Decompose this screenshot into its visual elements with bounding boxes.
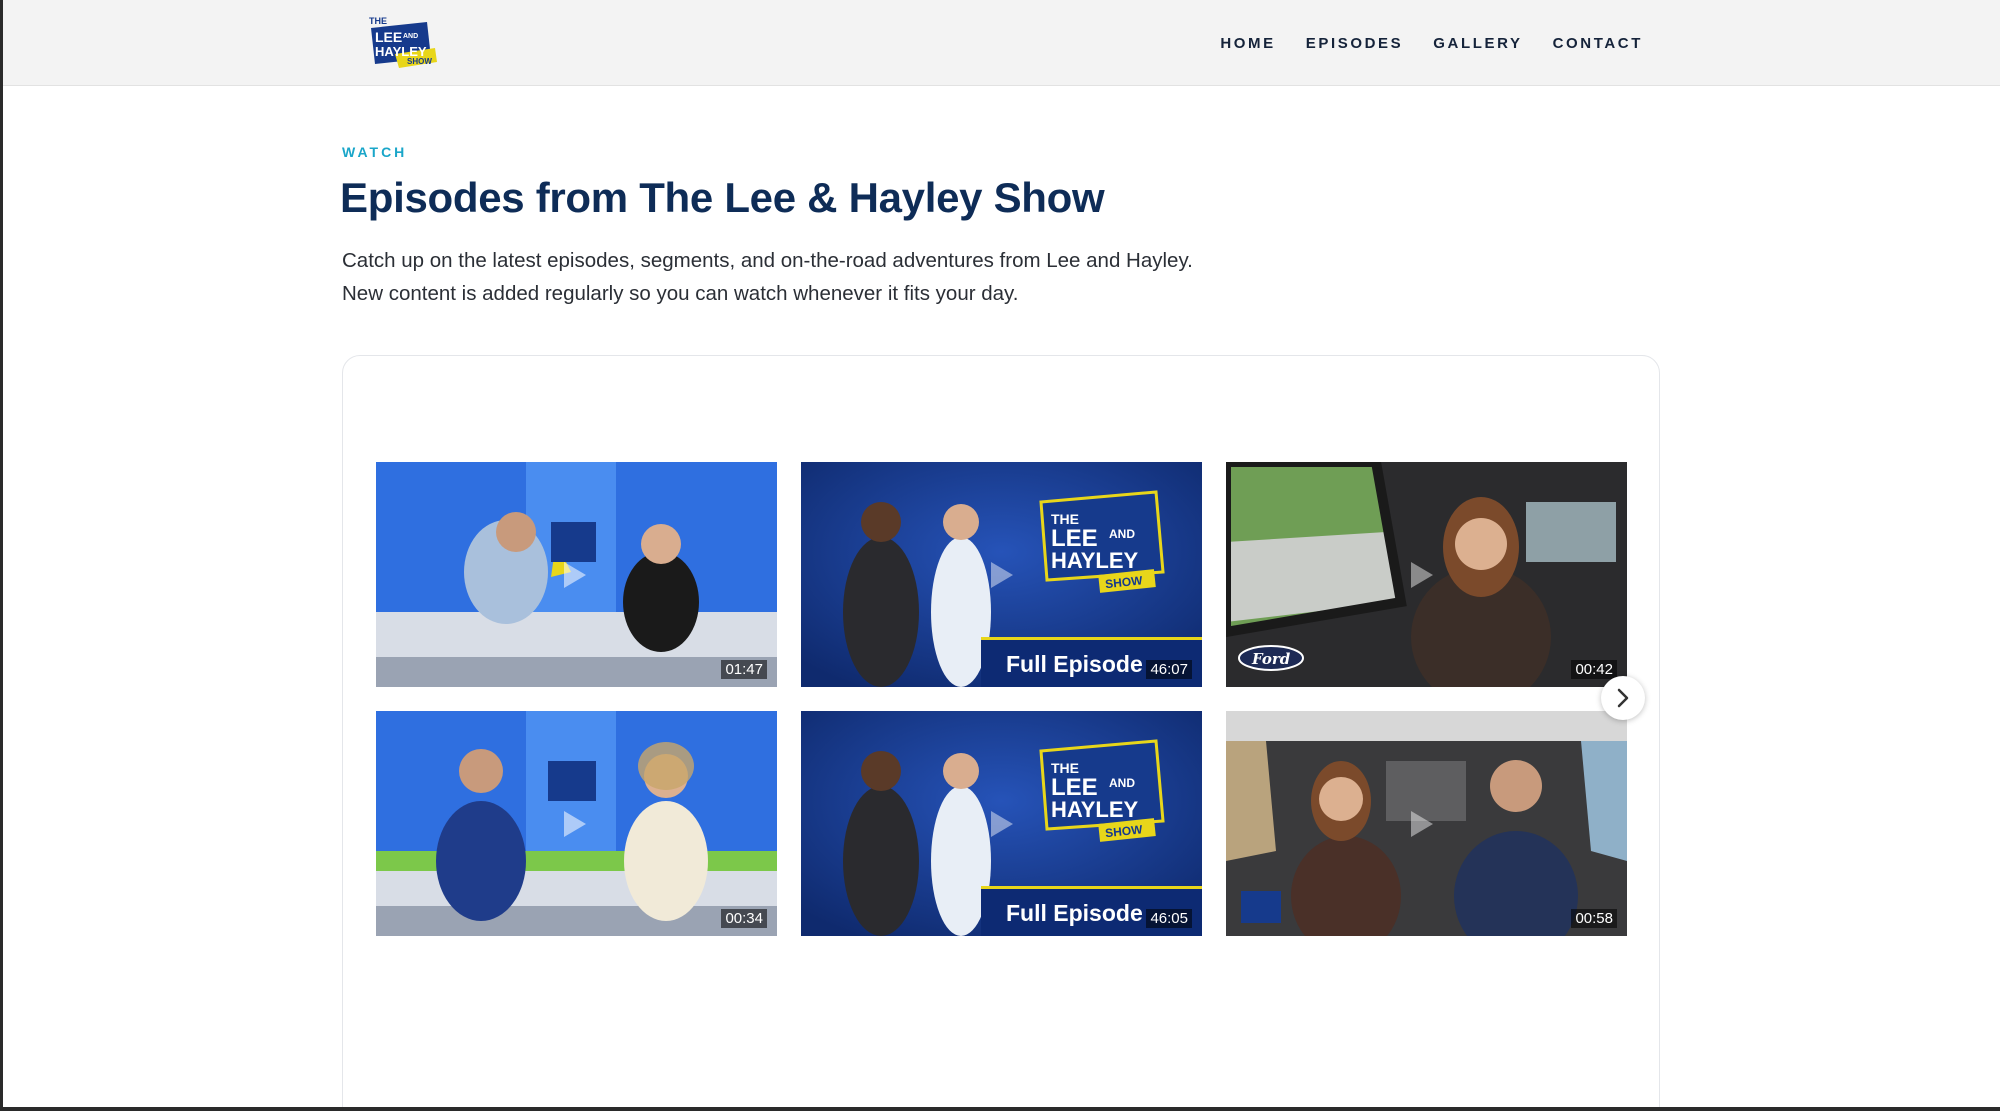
video-tile[interactable]: 00:58 [1226,711,1627,936]
nav-gallery[interactable]: GALLERY [1433,35,1522,52]
window-edge-left [0,0,3,1111]
ford-brand-logo: Ford [1251,650,1291,668]
nav-episodes[interactable]: EPISODES [1306,35,1404,52]
video-duration: 46:05 [1146,909,1192,928]
video-tile[interactable]: 00:34 [376,711,777,936]
promo-logo-and: AND [1109,527,1135,541]
video-tile[interactable]: THE LEE AND HAYLEY SHOW Full Episode 46:… [801,462,1202,687]
full-episode-banner: Full Episode [1006,651,1143,677]
intro-line-1: Catch up on the latest episodes, segment… [342,249,1193,272]
video-thumbnail-studio [376,711,777,936]
svg-text:LEE: LEE [375,29,402,45]
nav-contact[interactable]: CONTACT [1553,35,1643,52]
video-tile[interactable]: 01:47 [376,462,777,687]
video-thumbnail-car-duo [1226,711,1627,936]
video-thumbnail-car: Ford [1226,462,1627,687]
video-thumbnail-full-episode: THE LEE AND HAYLEY SHOW Full Episode [801,711,1202,936]
promo-logo-and: AND [1109,776,1135,790]
video-duration: 01:47 [721,660,767,679]
window-edge-bottom [0,1107,2000,1111]
video-tile[interactable]: Ford 00:42 [1226,462,1627,687]
section-eyebrow: WATCH [342,144,408,160]
video-tile[interactable]: THE LEE AND HAYLEY SHOW Full Episode 46:… [801,711,1202,936]
svg-text:THE: THE [369,16,387,26]
main-nav: HOME EPISODES GALLERY CONTACT [1220,0,1643,86]
intro-line-2: New content is added regularly so you ca… [342,282,1019,305]
site-logo[interactable]: THE LEE AND HAYLEY SHOW [365,14,437,70]
page-title: Episodes from The Lee & Hayley Show [340,174,1105,221]
video-duration: 00:42 [1571,660,1617,679]
chevron-right-icon [1617,688,1629,708]
video-duration: 00:34 [721,909,767,928]
carousel-next-button[interactable] [1601,676,1645,720]
promo-logo-hayley: HAYLEY [1051,797,1139,822]
promo-logo-hayley: HAYLEY [1051,548,1139,573]
video-thumbnail-studio [376,462,777,687]
svg-text:AND: AND [403,33,418,40]
full-episode-banner: Full Episode [1006,900,1143,926]
svg-text:SHOW: SHOW [407,57,432,66]
video-thumbnail-full-episode: THE LEE AND HAYLEY SHOW Full Episode [801,462,1202,687]
intro-text: Catch up on the latest episodes, segment… [342,244,1302,310]
site-header: THE LEE AND HAYLEY SHOW HOME EPISODES GA… [3,0,2000,86]
video-duration: 46:07 [1146,660,1192,679]
video-duration: 00:58 [1571,909,1617,928]
nav-home[interactable]: HOME [1220,35,1275,52]
